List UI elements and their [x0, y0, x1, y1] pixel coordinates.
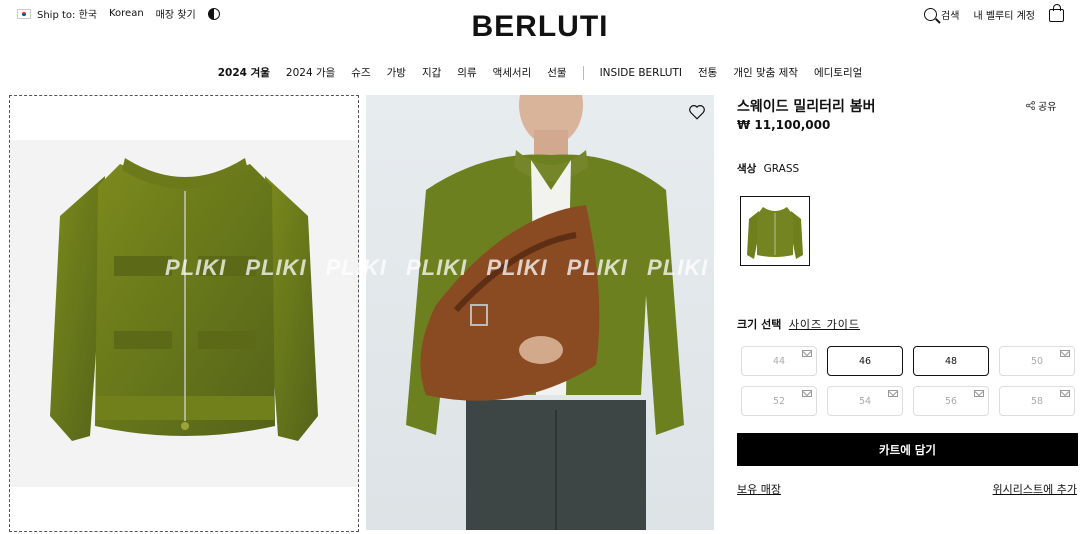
nav-item-fall-2024[interactable]: 2024 가을: [286, 65, 335, 80]
share-button[interactable]: 공유: [1026, 98, 1056, 113]
size-label: 54: [858, 395, 872, 407]
size-label: 50: [1030, 355, 1044, 367]
nav-item-heritage[interactable]: 전통: [698, 65, 717, 80]
color-value: GRASS: [763, 163, 800, 175]
size-select-label: 크기 선택: [737, 318, 782, 331]
size-option-48[interactable]: 48: [913, 346, 989, 376]
add-to-cart-button[interactable]: 카트에 담기: [737, 433, 1078, 466]
notify-mail-icon: [802, 390, 812, 397]
nav-item-editorial[interactable]: 에디토리얼: [814, 65, 862, 80]
main-nav: 2024 겨울 2024 가을 슈즈 가방 지갑 의류 액세서리 선물 INSI…: [0, 65, 1080, 80]
nav-item-shoes[interactable]: 슈즈: [351, 65, 370, 80]
product-image-model[interactable]: [366, 95, 714, 530]
stock-stores-link[interactable]: 보유 매장: [737, 481, 781, 497]
share-label: 공유: [1038, 102, 1057, 113]
size-select-row: 크기 선택 사이즈 가이드: [737, 316, 860, 332]
account-link[interactable]: 내 벨루티 계정: [973, 7, 1035, 22]
share-icon: [1026, 101, 1035, 110]
size-grid: 44 46 48 50 52 54 56 58: [741, 346, 1077, 416]
wishlist-heart-icon[interactable]: [688, 103, 706, 121]
product-image-flat[interactable]: [9, 95, 359, 532]
jacket-illustration: [50, 158, 318, 441]
search-label: 검색: [941, 10, 960, 22]
nav-item-bags[interactable]: 가방: [387, 65, 406, 80]
nav-item-wallets[interactable]: 지갑: [422, 65, 441, 80]
size-guide-link[interactable]: 사이즈 가이드: [789, 318, 860, 331]
product-price: ₩ 11,100,000: [737, 118, 831, 132]
add-to-wishlist-link[interactable]: 위시리스트에 추가: [993, 481, 1077, 497]
model-illustration: [406, 95, 684, 530]
color-row: 색상 GRASS: [737, 161, 799, 176]
size-label: 52: [772, 395, 786, 407]
search-icon: [924, 7, 938, 21]
size-option-54[interactable]: 54: [827, 386, 903, 416]
swatch-jacket-thumbnail: [747, 207, 803, 259]
size-option-58[interactable]: 58: [999, 386, 1075, 416]
nav-item-inside-berluti[interactable]: INSIDE BERLUTI: [600, 67, 682, 79]
size-label: 48: [944, 355, 958, 367]
nav-item-gifts[interactable]: 선물: [547, 65, 566, 80]
top-right-bar: 검색 내 벨루티 계정: [924, 4, 1064, 22]
nav-item-clothing[interactable]: 의류: [457, 65, 476, 80]
search-button[interactable]: 검색: [924, 7, 959, 22]
notify-mail-icon: [1060, 390, 1070, 397]
pliki-watermark: PLIKI PLIKI PLIKI PLIKI PLIKI PLIKI PLIK…: [165, 255, 709, 280]
brand-logo[interactable]: BERLUTI: [0, 10, 1080, 44]
nav-item-winter-2024[interactable]: 2024 겨울: [218, 65, 270, 80]
product-title: 스웨이드 밀리터리 봄버: [737, 99, 876, 115]
size-option-44[interactable]: 44: [741, 346, 817, 376]
nav-item-bespoke[interactable]: 개인 맞춤 제작: [733, 65, 798, 80]
notify-mail-icon: [1060, 350, 1070, 357]
size-label: 46: [858, 355, 872, 367]
notify-mail-icon: [888, 390, 898, 397]
size-label: 58: [1030, 395, 1044, 407]
notify-mail-icon: [802, 350, 812, 357]
notify-mail-icon: [974, 390, 984, 397]
size-option-46[interactable]: 46: [827, 346, 903, 376]
color-swatch-grass[interactable]: [740, 196, 810, 266]
size-option-50[interactable]: 50: [999, 346, 1075, 376]
size-label: 44: [772, 355, 786, 367]
nav-item-accessories[interactable]: 액세서리: [493, 65, 532, 80]
size-label: 56: [944, 395, 958, 407]
color-label: 색상: [737, 163, 757, 175]
size-option-52[interactable]: 52: [741, 386, 817, 416]
size-option-56[interactable]: 56: [913, 386, 989, 416]
nav-divider: [582, 65, 584, 80]
shopping-bag-icon[interactable]: [1049, 4, 1064, 22]
